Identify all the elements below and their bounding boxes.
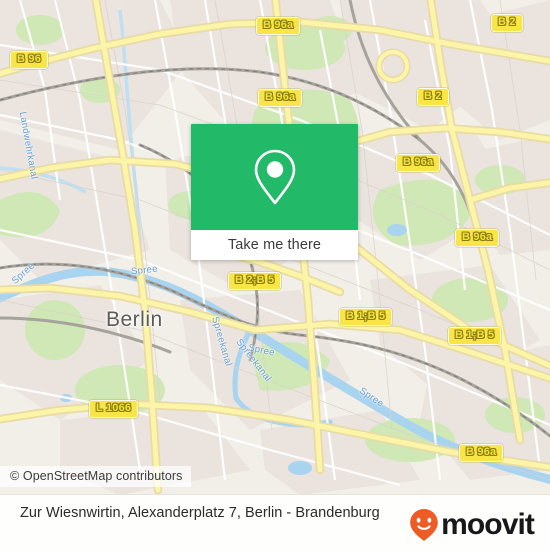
take-me-there-button[interactable]: Take me there	[191, 230, 358, 260]
footer-bar: Zur Wiesnwirtin, Alexanderplatz 7, Berli…	[0, 494, 550, 550]
map-screenshot: B 96 B 96a B 2 B 96a B 2 B 96a B 96a B 2…	[0, 0, 550, 550]
location-pin-icon	[191, 124, 358, 230]
road-shield: B 96a	[256, 17, 301, 35]
road-shield: B 1;B 5	[339, 308, 393, 326]
moovit-smiley-pin-icon	[410, 509, 438, 541]
road-shield: B 96	[10, 51, 49, 69]
road-shield: B 2	[417, 88, 449, 106]
moovit-logo[interactable]: moovit	[409, 508, 535, 542]
road-shield: B 96a	[396, 154, 441, 172]
location-card[interactable]: Take me there	[191, 124, 358, 260]
osm-attribution[interactable]: © OpenStreetMap contributors	[0, 466, 191, 487]
road-shield: B 2	[491, 14, 523, 32]
road-shield: B 2;B 5	[228, 272, 282, 290]
page-title: Zur Wiesnwirtin, Alexanderplatz 7, Berli…	[20, 505, 380, 521]
take-me-there-label: Take me there	[227, 237, 322, 253]
location-pin-glyph	[254, 149, 295, 205]
map-place-label-berlin: Berlin	[106, 308, 163, 331]
road-shield: L 1066	[89, 400, 139, 418]
location-card-header	[191, 124, 358, 230]
moovit-wordmark: moovit	[441, 508, 535, 541]
road-shield: B 96a	[455, 229, 500, 247]
road-shield: B 96a	[258, 89, 303, 107]
road-shield: B 1;B 5	[448, 327, 502, 345]
road-shield: B 96a	[459, 444, 504, 462]
